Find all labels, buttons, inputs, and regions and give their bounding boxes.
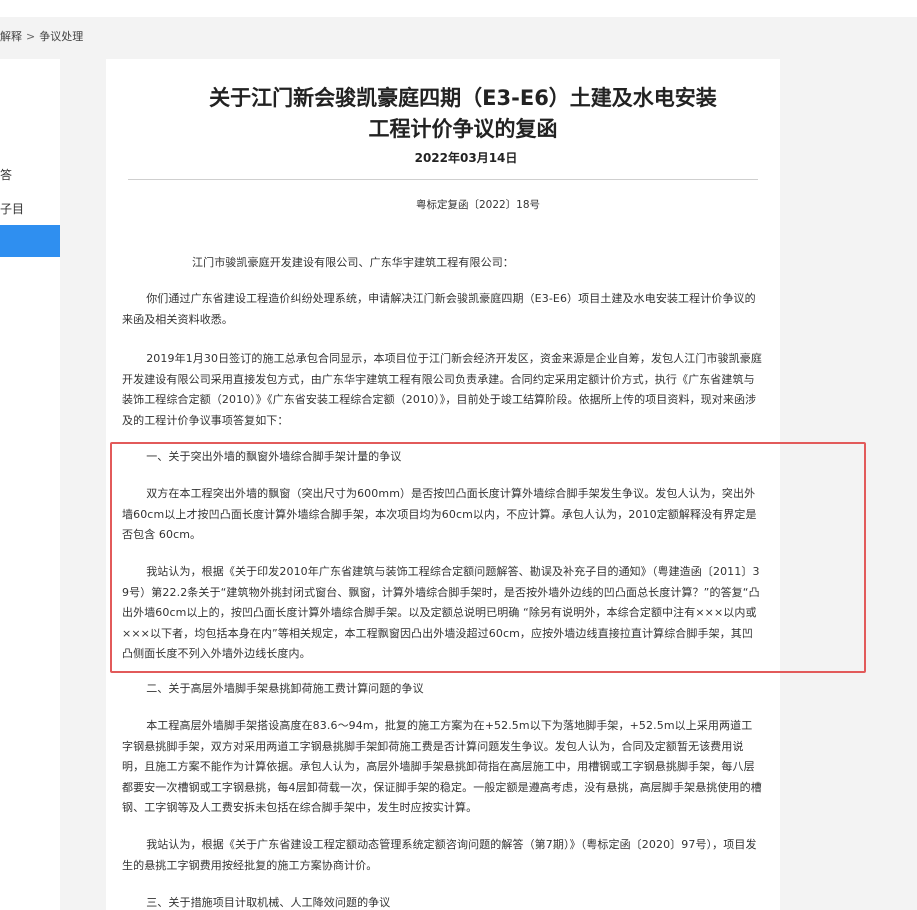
- title-divider: [128, 179, 758, 180]
- addressee: 江门市骏凯豪庭开发建设有限公司、广东华宇建筑工程有限公司：: [192, 256, 514, 269]
- sidebar-item-answers[interactable]: 答: [0, 166, 12, 183]
- paragraph-dispute-2: 本工程高层外墙脚手架搭设高度在83.6～94m，批复的施工方案为在+52.5m以…: [122, 719, 762, 814]
- section-heading-1: 一、关于突出外墙的飘窗外墙综合脚手架计量的争议: [146, 450, 402, 463]
- breadcrumb-separator: >: [26, 30, 36, 43]
- sidebar: 答 子目: [0, 59, 60, 910]
- document-date: 2022年03月14日: [414, 151, 518, 165]
- document-panel: 关于江门新会骏凯豪庭四期（E3-E6）土建及水电安装 工程计价争议的复函 202…: [106, 59, 780, 910]
- breadcrumb-current: 争议处理: [39, 30, 84, 43]
- document-number: 粤标定复函〔2022〕18号: [415, 199, 541, 211]
- document-title-line1: 关于江门新会骏凯豪庭四期（E3-E6）土建及水电安装: [209, 86, 717, 110]
- paragraph-opinion-2: 我站认为，根据《关于广东省建设工程定额动态管理系统定额咨询问题的解答（第7期）》…: [122, 838, 757, 872]
- breadcrumb: 解释 > 争议处理: [0, 28, 83, 44]
- document-title-line2: 工程计价争议的复函: [368, 117, 558, 141]
- document-title: 关于江门新会骏凯豪庭四期（E3-E6）土建及水电安装 工程计价争议的复函: [146, 83, 780, 145]
- paragraph-intro: 你们通过广东省建设工程造价纠纷处理系统，申请解决江门新会骏凯豪庭四期（E3-E6…: [122, 292, 756, 326]
- sidebar-item-sub-items[interactable]: 子目: [0, 200, 24, 217]
- sidebar-item-dispute-active[interactable]: [0, 225, 60, 257]
- section-heading-3: 三、关于措施项目计取机械、人工降效问题的争议: [146, 896, 391, 909]
- breadcrumb-parent-link[interactable]: 解释: [0, 30, 22, 43]
- paragraph-opinion-1: 我站认为，根据《关于印发2010年广东省建筑与装饰工程综合定额问题解答、勘误及补…: [122, 565, 760, 660]
- paragraph-background: 2019年1月30日签订的施工总承包合同显示，本项目位于江门新会经济开发区，资金…: [122, 352, 762, 427]
- section-heading-2: 二、关于高层外墙脚手架悬挑卸荷施工费计算问题的争议: [146, 682, 424, 695]
- top-bar: [0, 0, 917, 17]
- paragraph-dispute-1: 双方在本工程突出外墙的飘窗（突出尺寸为600mm）是否按凹凸面长度计算外墙综合脚…: [122, 487, 757, 541]
